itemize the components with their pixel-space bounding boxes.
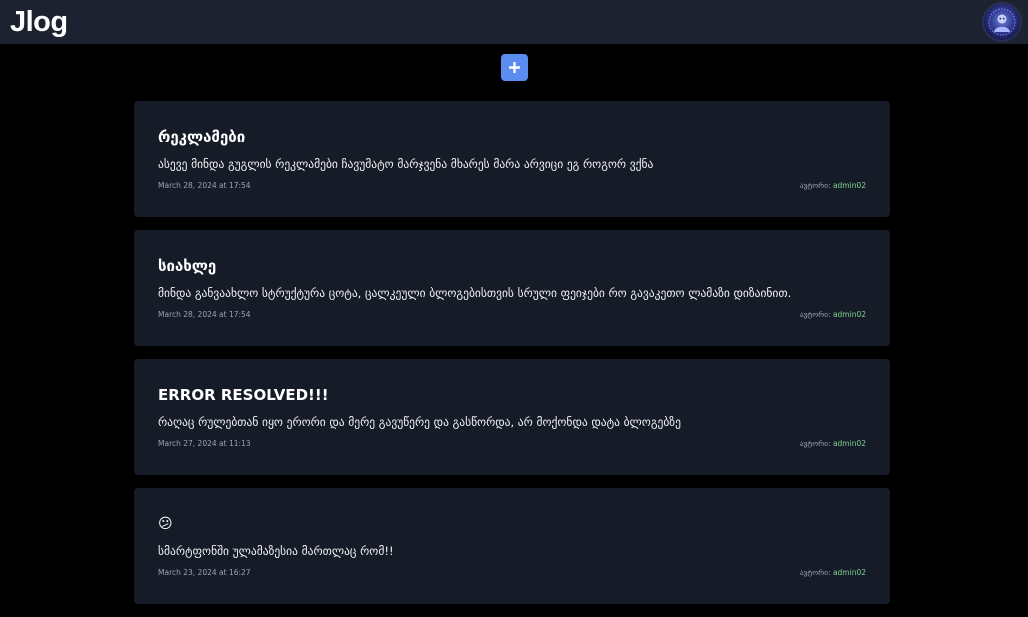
post-meta: March 28, 2024 at 17:54 ავტორი: admin02 <box>158 309 866 321</box>
top-navbar: Jlog <box>0 0 1028 44</box>
plus-icon <box>508 62 520 73</box>
post-author: ავტორი: admin02 <box>800 309 866 321</box>
author-name[interactable]: admin02 <box>833 310 866 319</box>
add-post-bar <box>0 54 1028 81</box>
post-card[interactable]: რეკლამები ასევე მინდა გუგლის რეკლამები ჩ… <box>134 101 890 217</box>
post-date: March 28, 2024 at 17:54 <box>158 310 251 319</box>
post-body: მინდა განვაახლო სტრუქტურა ცოტა, ცალკეული… <box>158 286 792 300</box>
post-list: რეკლამები ასევე მინდა გუგლის რეკლამები ჩ… <box>134 101 890 617</box>
post-title[interactable]: 😕 <box>158 514 866 534</box>
author-label: ავტორი: <box>799 310 831 319</box>
post-author: ავტორი: admin02 <box>800 180 866 192</box>
author-label: ავტორი: <box>799 439 831 448</box>
post-card[interactable]: სიახლე მინდა განვაახლო სტრუქტურა ცოტა, ც… <box>134 230 890 346</box>
post-date: March 28, 2024 at 17:54 <box>158 181 251 190</box>
post-card[interactable]: ERROR RESOLVED!!! რაღაც რულებთან იყო ერო… <box>134 359 890 475</box>
post-date: March 23, 2024 at 16:27 <box>158 568 251 577</box>
avatar-figure-icon <box>988 8 1016 36</box>
post-date: March 27, 2024 at 11:13 <box>158 439 251 448</box>
add-post-button[interactable] <box>500 54 528 81</box>
post-author: ავტორი: admin02 <box>800 567 866 579</box>
brand-logo[interactable]: Jlog <box>10 6 68 39</box>
author-label: ავტორი: <box>799 181 831 190</box>
post-body: რაღაც რულებთან იყო ერორი და მერე გავუწერ… <box>158 415 681 429</box>
post-meta: March 23, 2024 at 16:27 ავტორი: admin02 <box>158 567 866 579</box>
post-meta: March 27, 2024 at 11:13 ავტორი: admin02 <box>158 438 866 450</box>
post-meta: March 28, 2024 at 17:54 ავტორი: admin02 <box>158 180 866 192</box>
post-title[interactable]: ERROR RESOLVED!!! <box>158 385 866 405</box>
post-title[interactable]: რეკლამები <box>158 127 866 147</box>
post-title[interactable]: სიახლე <box>158 256 866 276</box>
post-body: ასევე მინდა გუგლის რეკლამები ჩავუმატო მა… <box>158 157 654 171</box>
post-body: სმარტფონში ულამაზესია მართლაც რომ!! <box>158 544 394 558</box>
author-name[interactable]: admin02 <box>833 181 866 190</box>
post-card[interactable]: 😕 სმარტფონში ულამაზესია მართლაც რომ!! Ma… <box>134 488 890 604</box>
author-name[interactable]: admin02 <box>833 439 866 448</box>
user-avatar-icon[interactable] <box>982 2 1022 42</box>
post-author: ავტორი: admin02 <box>800 438 866 450</box>
